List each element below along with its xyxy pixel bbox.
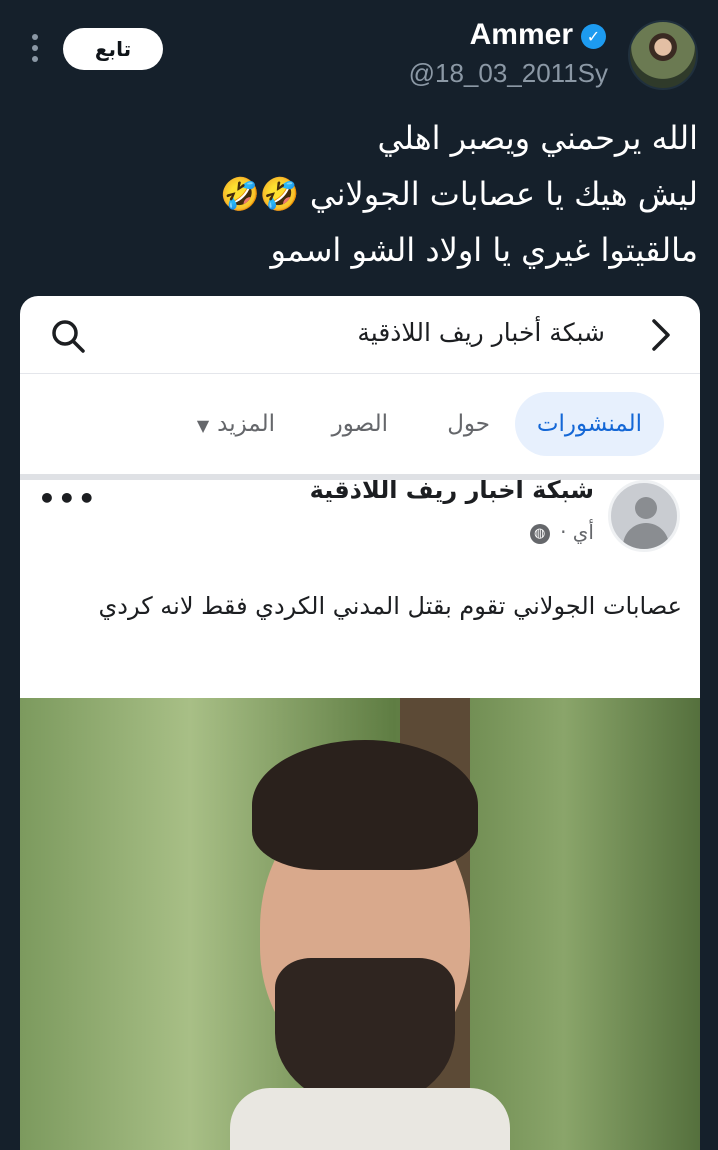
photo-beard bbox=[275, 958, 455, 1108]
tab-more[interactable]: المزيد ▼ bbox=[197, 392, 275, 456]
tweet-text: الله يرحمني ويصبر اهلي ليش هيك يا عصابات… bbox=[18, 110, 698, 278]
post-meta: أي · ◍ bbox=[529, 520, 594, 544]
user-handle[interactable]: @18_03_2011Sy bbox=[409, 58, 608, 89]
more-vertical-icon[interactable] bbox=[29, 34, 41, 68]
chevron-right-icon[interactable] bbox=[650, 318, 672, 352]
page-topbar: شبكة أخبار ريف اللاذقية bbox=[20, 296, 700, 374]
post-avatar[interactable] bbox=[608, 480, 680, 552]
embedded-screenshot[interactable]: شبكة أخبار ريف اللاذقية المنشورات حول ال… bbox=[20, 296, 700, 1150]
more-horizontal-icon[interactable]: ••• bbox=[38, 482, 98, 515]
page-tabs: المنشورات حول الصور المزيد ▼ bbox=[20, 392, 700, 462]
tweet-line: مالقيتوا غيري يا اولاد الشو اسمو bbox=[270, 231, 698, 269]
user-avatar[interactable] bbox=[628, 20, 698, 90]
tweet-header: Ammer ✓ @18_03_2011Sy تابع bbox=[0, 0, 718, 100]
follow-button[interactable]: تابع bbox=[63, 28, 163, 70]
tab-posts[interactable]: المنشورات bbox=[514, 392, 664, 456]
photo-shirt bbox=[230, 1088, 510, 1150]
tab-photos[interactable]: الصور bbox=[332, 392, 388, 456]
photo-hair bbox=[252, 740, 478, 870]
tweet-line: الله يرحمني ويصبر اهلي bbox=[377, 119, 698, 157]
tweet-line: ليش هيك يا عصابات الجولاني 🤣🤣 bbox=[220, 175, 698, 213]
post-photo[interactable] bbox=[20, 698, 700, 1150]
post-text: عصابات الجولاني تقوم بقتل المدني الكردي … bbox=[98, 592, 682, 620]
tab-about[interactable]: حول bbox=[447, 392, 490, 456]
display-name[interactable]: Ammer bbox=[470, 18, 573, 52]
caret-down-icon: ▼ bbox=[196, 416, 210, 435]
verified-badge-icon: ✓ bbox=[581, 24, 606, 49]
post-author[interactable]: شبكة اخبار ريف اللاذقية bbox=[310, 476, 594, 504]
search-icon[interactable] bbox=[50, 318, 86, 354]
globe-icon: ◍ bbox=[529, 523, 550, 544]
page-title: شبكة أخبار ريف اللاذقية bbox=[357, 318, 605, 347]
tab-more-label: المزيد bbox=[217, 411, 275, 437]
post-meta-text: أي · bbox=[560, 520, 594, 544]
